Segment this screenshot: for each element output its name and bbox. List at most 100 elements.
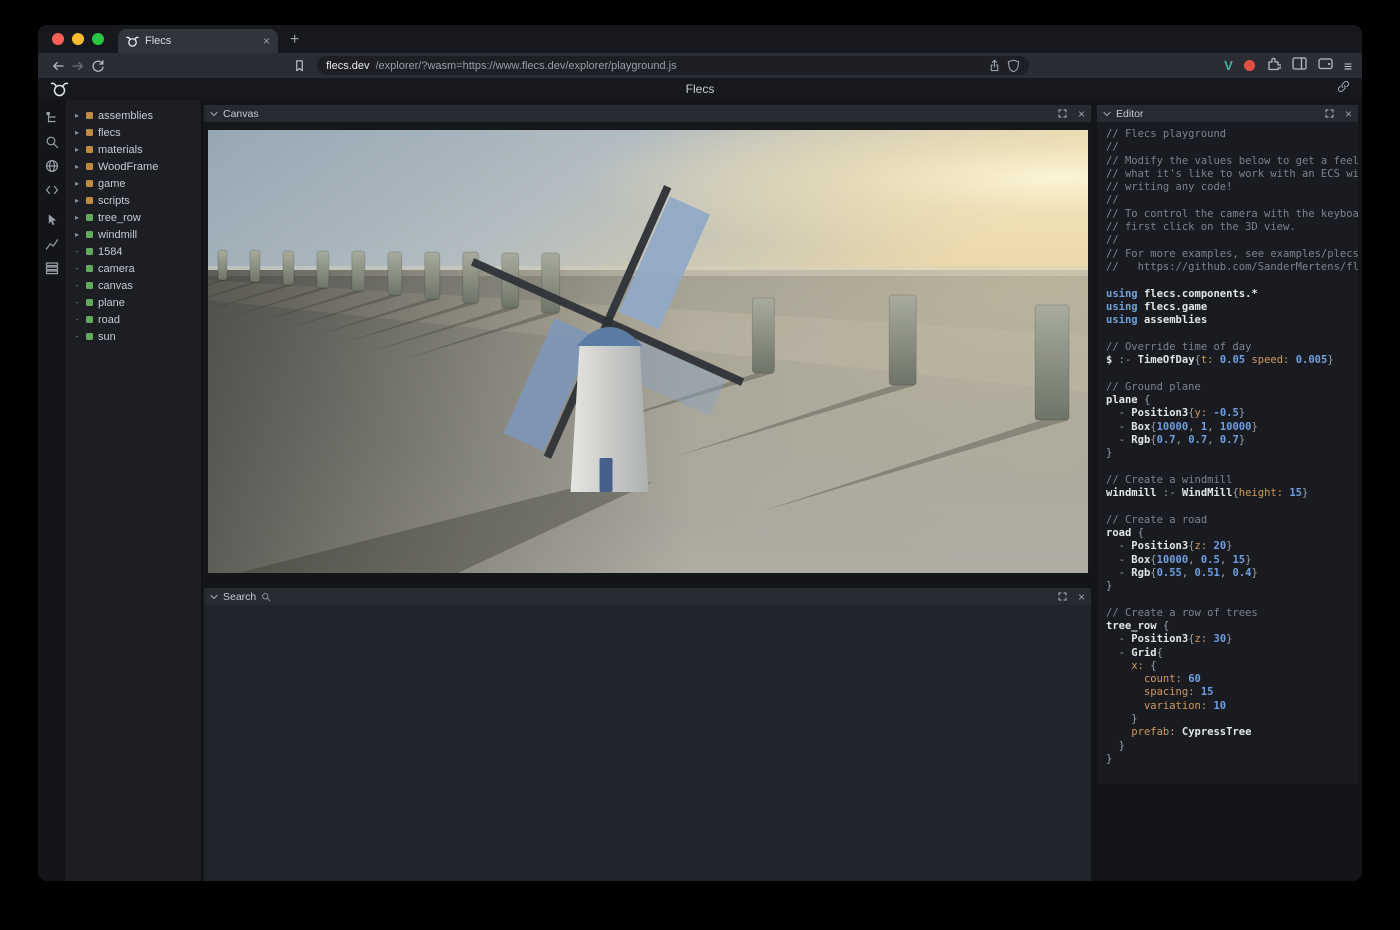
entity-square-icon: [86, 299, 93, 306]
entity-tree: ▸assemblies▸flecs▸materials▸WoodFrame▸ga…: [66, 100, 202, 881]
memory-icon[interactable]: [41, 259, 63, 276]
extension-icons: V ≡: [1224, 56, 1352, 76]
expand-arrow-icon[interactable]: ▸: [73, 213, 81, 222]
tree-item-assemblies[interactable]: ▸ assemblies: [66, 107, 201, 124]
stats-icon[interactable]: [41, 235, 63, 252]
tree-item-windmill[interactable]: ▸windmill: [66, 226, 201, 243]
close-icon[interactable]: ×: [1078, 108, 1085, 120]
tree-item-camera[interactable]: -camera: [66, 260, 201, 277]
world-icon[interactable]: [41, 157, 63, 174]
code-line: // Flecs playground: [1106, 128, 1358, 141]
expand-arrow-icon[interactable]: ▸: [73, 162, 81, 171]
tree-item-label: assemblies: [98, 110, 153, 122]
tree-item-1584[interactable]: - 1584: [66, 243, 201, 260]
chevron-down-icon[interactable]: [210, 111, 218, 117]
expand-arrow-icon[interactable]: ▸: [73, 128, 81, 137]
browser-tab[interactable]: Flecs ×: [118, 29, 278, 53]
expand-arrow-icon[interactable]: ▸: [73, 179, 81, 188]
share-icon[interactable]: [988, 59, 1001, 72]
tree-item-tree_row[interactable]: ▸tree_row: [66, 209, 201, 226]
wallet-icon[interactable]: [1318, 57, 1333, 75]
new-tab-button[interactable]: +: [290, 31, 299, 49]
canvas-panel-title: Canvas: [223, 108, 259, 120]
code-line: - Grid{: [1106, 647, 1358, 660]
page-title: Flecs: [38, 82, 1362, 96]
tree-item-plane[interactable]: -plane: [66, 294, 201, 311]
browser-window: Flecs × + flecs.dev/explorer/?wasm=https…: [38, 25, 1362, 881]
brave-shield-icon[interactable]: [1007, 59, 1020, 72]
tree-item-label: materials: [98, 144, 143, 156]
search-results-area[interactable]: [204, 605, 1091, 881]
extensions-puzzle-icon[interactable]: [1266, 56, 1281, 76]
code-line: - Position3{z: 20}: [1106, 540, 1358, 553]
expand-arrow-icon[interactable]: ▸: [73, 145, 81, 154]
url-host: flecs.dev: [326, 60, 369, 72]
search-icon[interactable]: [41, 133, 63, 150]
forward-arrow-icon[interactable]: [68, 56, 88, 76]
canvas-panel: Canvas ×: [204, 105, 1091, 574]
entity-square-icon: [86, 282, 93, 289]
chevron-down-icon[interactable]: [210, 594, 218, 600]
tree-item-scripts[interactable]: ▸ scripts: [66, 192, 201, 209]
expand-icon[interactable]: [1325, 109, 1334, 118]
editor-panel-title: Editor: [1116, 108, 1143, 120]
entity-tree-icon[interactable]: [41, 109, 63, 126]
code-line: // Create a row of trees: [1106, 607, 1358, 620]
tree-item-label: canvas: [98, 280, 133, 292]
code-icon[interactable]: [41, 181, 63, 198]
code-line: - Box{10000, 0.5, 15}: [1106, 554, 1358, 567]
side-panel-icon[interactable]: [1292, 57, 1307, 75]
expand-arrow-icon[interactable]: ▸: [73, 111, 81, 120]
reload-icon[interactable]: [88, 56, 108, 76]
canvas-panel-header[interactable]: Canvas ×: [204, 105, 1091, 122]
back-arrow-icon[interactable]: [48, 56, 68, 76]
tree-item-materials[interactable]: ▸ materials: [66, 141, 201, 158]
tree-item-flecs[interactable]: ▸flecs: [66, 124, 201, 141]
editor-panel-header[interactable]: Editor ×: [1097, 105, 1358, 122]
tree-item-label: camera: [98, 263, 135, 275]
expand-icon[interactable]: [1058, 592, 1067, 601]
expand-icon[interactable]: [1058, 109, 1067, 118]
code-line: [1106, 460, 1358, 473]
traffic-close[interactable]: [52, 33, 64, 45]
code-line: //: [1106, 141, 1358, 154]
menu-icon[interactable]: ≡: [1344, 58, 1352, 74]
extension-record-icon[interactable]: [1244, 60, 1255, 71]
module-square-icon: [86, 180, 93, 187]
chevron-down-icon[interactable]: [1103, 111, 1111, 117]
expand-arrow-icon[interactable]: ▸: [73, 196, 81, 205]
tree-item-WoodFrame[interactable]: ▸WoodFrame: [66, 158, 201, 175]
inspector-icon[interactable]: [41, 211, 63, 228]
navigation-bar: flecs.dev/explorer/?wasm=https://www.fle…: [38, 53, 1362, 78]
tree-item-label: scripts: [98, 195, 130, 207]
search-panel-header[interactable]: Search ×: [204, 588, 1091, 605]
code-line: [1106, 593, 1358, 606]
tree-item-road[interactable]: -road: [66, 311, 201, 328]
tab-close-icon[interactable]: ×: [263, 35, 270, 47]
code-line: }: [1106, 740, 1358, 753]
tree-item-sun[interactable]: -sun: [66, 328, 201, 345]
link-icon[interactable]: [1337, 80, 1350, 98]
search-magnifier-icon[interactable]: [261, 592, 271, 602]
expand-arrow-icon[interactable]: ▸: [73, 230, 81, 239]
window-controls: [38, 33, 118, 45]
code-line: // Ground plane: [1106, 381, 1358, 394]
leaf-dash-icon: -: [73, 247, 81, 256]
left-icon-strip: [38, 100, 66, 881]
tree-item-game[interactable]: ▸game: [66, 175, 201, 192]
close-icon[interactable]: ×: [1345, 108, 1352, 120]
bookmark-icon[interactable]: [289, 56, 309, 76]
extension-v-icon[interactable]: V: [1224, 58, 1233, 73]
flecs-favicon-icon: [126, 35, 139, 48]
editor-code[interactable]: // Flecs playground//// Modify the value…: [1097, 122, 1358, 784]
traffic-maximize[interactable]: [92, 33, 104, 45]
url-bar[interactable]: flecs.dev/explorer/?wasm=https://www.fle…: [317, 56, 1029, 75]
canvas-3d-scene[interactable]: [208, 130, 1088, 573]
close-icon[interactable]: ×: [1078, 591, 1085, 603]
tree-item-canvas[interactable]: -canvas: [66, 277, 201, 294]
tree-item-label: 1584: [98, 246, 122, 258]
traffic-minimize[interactable]: [72, 33, 84, 45]
code-line: }: [1106, 713, 1358, 726]
code-line: // writing any code!: [1106, 181, 1358, 194]
code-line: count: 60: [1106, 673, 1358, 686]
